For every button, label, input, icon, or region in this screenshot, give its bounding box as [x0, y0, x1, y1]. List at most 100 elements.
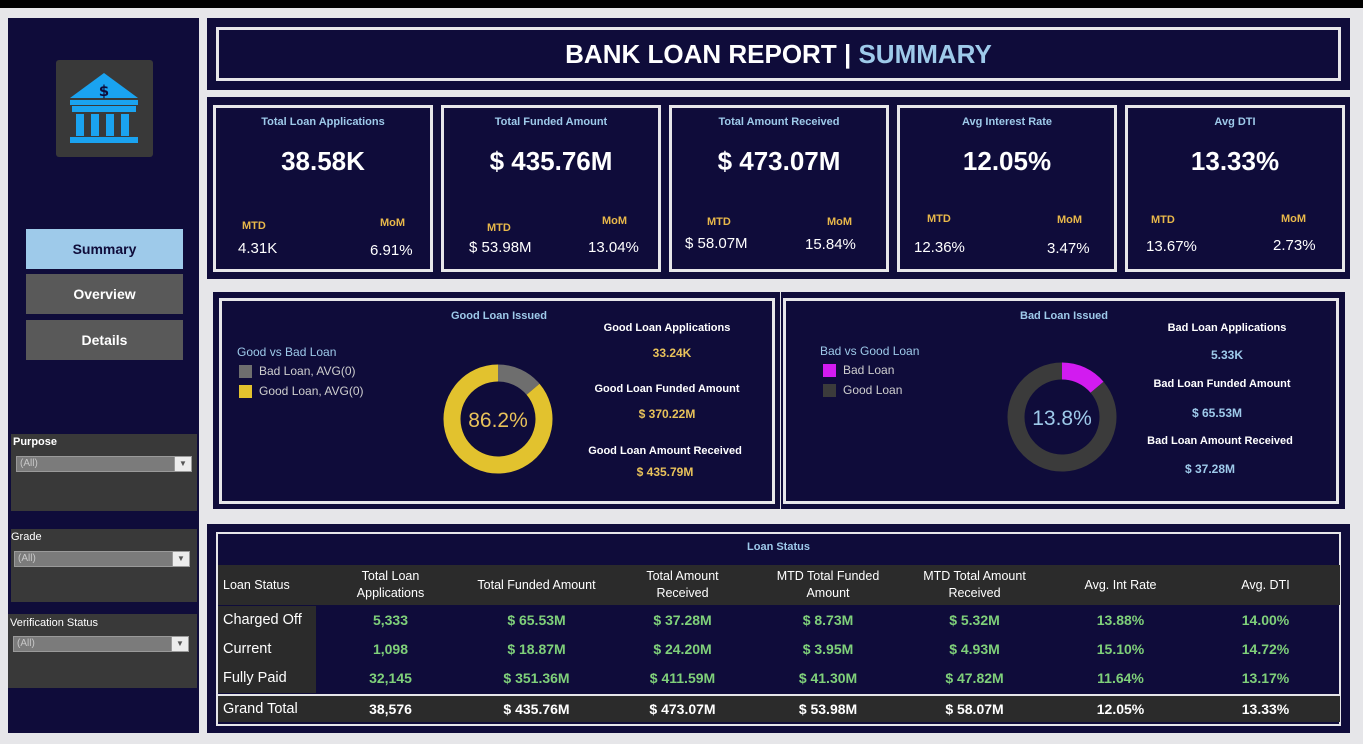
- svg-text:$: $: [99, 82, 109, 100]
- table-cell: $ 47.82M: [945, 670, 1004, 686]
- kpi-card-avg-dti: Avg DTI 13.33% MTD MoM 13.67% 2.73%: [1125, 105, 1345, 272]
- legend-label: Good Loan, AVG(0): [259, 384, 364, 398]
- table-cell: 38,576: [369, 701, 412, 717]
- bad-legend-title: Bad vs Good Loan: [820, 344, 920, 358]
- kpi-title: Avg DTI: [1214, 116, 1256, 128]
- bad-loan-donut[interactable]: 13.8%: [1004, 359, 1120, 475]
- kpi-card-total-applications: Total Loan Applications 38.58K MTD MoM 4…: [213, 105, 433, 272]
- chevron-down-icon[interactable]: ▼: [171, 637, 188, 651]
- good-metric-value: $ 435.79M: [636, 465, 694, 479]
- table-header: Loan Status Total Loan Applications Tota…: [218, 565, 1340, 605]
- kpi-mom-label: MoM: [827, 216, 853, 228]
- kpi-mom-label: MoM: [380, 217, 406, 229]
- table-cell: $ 351.36M: [503, 670, 570, 686]
- kpi-value: $ 473.07M: [717, 146, 841, 176]
- legend-item-bad-loan[interactable]: Bad Loan, AVG(0): [239, 364, 356, 378]
- donut-slice-bad-loan[interactable]: [497, 364, 540, 396]
- row-label: Current: [218, 635, 316, 664]
- column-header[interactable]: Total Loan Applications: [328, 565, 453, 605]
- column-header[interactable]: MTD Total Amount Received: [907, 565, 1042, 605]
- legend-item-bad-loan[interactable]: Bad Loan: [823, 363, 894, 377]
- table-cell: $ 58.07M: [945, 701, 1004, 717]
- donut-slice-bad-loan[interactable]: [1061, 362, 1104, 394]
- kpi-mtd-value: 12.36%: [914, 239, 965, 256]
- bad-loan-panel: Bad Loan Issued Bad vs Good Loan Bad Loa…: [783, 298, 1339, 504]
- table-cell: $ 5.32M: [949, 612, 1000, 628]
- row-label: Grand Total: [223, 701, 298, 717]
- nav-overview-button[interactable]: Overview: [26, 274, 183, 314]
- kpi-title: Total Loan Applications: [261, 116, 385, 128]
- verification-status-select[interactable]: (All) ▼: [13, 636, 189, 652]
- legend-swatch: [823, 363, 836, 377]
- purpose-select[interactable]: (All) ▼: [16, 456, 192, 472]
- table-cell: 13.17%: [1241, 670, 1290, 686]
- table-cell: 14.00%: [1241, 612, 1290, 628]
- kpi-title: Total Funded Amount: [494, 116, 608, 128]
- column-header[interactable]: MTD Total Funded Amount: [758, 565, 898, 605]
- legend-label: Good Loan: [843, 383, 903, 397]
- bad-metric-label: Bad Loan Applications: [1167, 322, 1287, 334]
- grade-select[interactable]: (All) ▼: [14, 551, 190, 567]
- table-cell: 12.05%: [1096, 701, 1145, 717]
- table-cell: $ 473.07M: [649, 701, 716, 717]
- bad-metric-label: Bad Loan Funded Amount: [1153, 378, 1291, 390]
- kpi-mtd-label: MTD: [487, 222, 511, 234]
- kpi-mtd-value: $ 58.07M: [685, 235, 748, 252]
- table-cell: $ 41.30M: [798, 670, 858, 686]
- kpi-card-avg-interest-rate: Avg Interest Rate 12.05% MTD MoM 12.36% …: [897, 105, 1117, 272]
- nav-details-button[interactable]: Details: [26, 320, 183, 360]
- kpi-card-funded-amount: Total Funded Amount $ 435.76M MTD MoM $ …: [441, 105, 661, 272]
- kpi-mom-label: MoM: [1057, 214, 1083, 226]
- column-header[interactable]: Total Funded Amount: [464, 565, 609, 605]
- chevron-down-icon[interactable]: ▼: [172, 552, 189, 566]
- kpi-mom-label: MoM: [1281, 213, 1307, 225]
- legend-swatch: [823, 383, 836, 397]
- table-cell: $ 411.59M: [649, 670, 716, 686]
- bad-metric-value: 5.33K: [1210, 348, 1244, 362]
- good-legend-title: Good vs Bad Loan: [237, 345, 337, 359]
- table-cell: $ 4.93M: [949, 641, 1000, 657]
- chevron-down-icon[interactable]: ▼: [174, 457, 191, 471]
- table-cell: $ 53.98M: [798, 701, 858, 717]
- column-header[interactable]: Avg. DTI: [1208, 565, 1323, 605]
- kpi-mom-value: 3.47%: [1047, 240, 1090, 257]
- filter-grade-label: Grade: [11, 531, 42, 543]
- good-metric-value: 33.24K: [652, 346, 692, 360]
- table-row[interactable]: Fully Paid 32,145 $ 351.36M $ 411.59M $ …: [218, 664, 1340, 693]
- kpi-mtd-label: MTD: [707, 216, 731, 228]
- bad-metric-value: $ 37.28M: [1184, 462, 1236, 476]
- kpi-value: 13.33%: [1190, 146, 1280, 176]
- title-separator: |: [836, 39, 859, 69]
- grade-select-value: (All): [18, 553, 36, 564]
- kpi-mom-value: 6.91%: [370, 242, 413, 259]
- table-cell: $ 37.28M: [653, 612, 712, 628]
- kpi-mtd-value: $ 53.98M: [469, 239, 532, 256]
- legend-item-good-loan[interactable]: Good Loan: [823, 383, 902, 397]
- row-label: Charged Off: [218, 606, 316, 635]
- column-header[interactable]: Avg. Int Rate: [1063, 565, 1178, 605]
- bank-logo: $: [56, 60, 153, 157]
- kpi-value: 38.58K: [281, 146, 365, 176]
- bad-metric-value: $ 65.53M: [1191, 406, 1243, 420]
- table-row[interactable]: Charged Off 5,333 $ 65.53M $ 37.28M $ 8.…: [218, 606, 1340, 635]
- table-cell: 13.88%: [1096, 612, 1145, 628]
- filter-verification-status: Verification Status (All) ▼: [8, 614, 197, 688]
- table-row[interactable]: Current 1,098 $ 18.87M $ 24.20M $ 3.95M …: [218, 635, 1340, 664]
- table-cell: $ 18.87M: [507, 641, 566, 657]
- column-header[interactable]: Total Amount Received: [620, 565, 745, 605]
- table-cell: $ 435.76M: [503, 701, 570, 717]
- nav-summary-button[interactable]: Summary: [26, 229, 183, 269]
- filter-verification-label: Verification Status: [10, 617, 99, 629]
- legend-item-good-loan[interactable]: Good Loan, AVG(0): [239, 384, 364, 398]
- table-cell: 5,333: [372, 612, 409, 628]
- grand-total-row[interactable]: Grand Total 38,576 $ 435.76M $ 473.07M $…: [218, 694, 1340, 722]
- kpi-mom-value: 15.84%: [805, 236, 856, 253]
- column-header[interactable]: Loan Status: [223, 565, 313, 605]
- purpose-select-value: (All): [20, 458, 38, 469]
- table-cell: 14.72%: [1241, 641, 1290, 657]
- good-metric-value: $ 370.22M: [638, 407, 696, 421]
- legend-swatch: [239, 384, 252, 398]
- good-loan-donut[interactable]: 86.2%: [440, 361, 556, 477]
- kpi-card-amount-received: Total Amount Received $ 473.07M MTD MoM …: [669, 105, 889, 272]
- filter-purpose: Purpose (All) ▼: [11, 434, 197, 511]
